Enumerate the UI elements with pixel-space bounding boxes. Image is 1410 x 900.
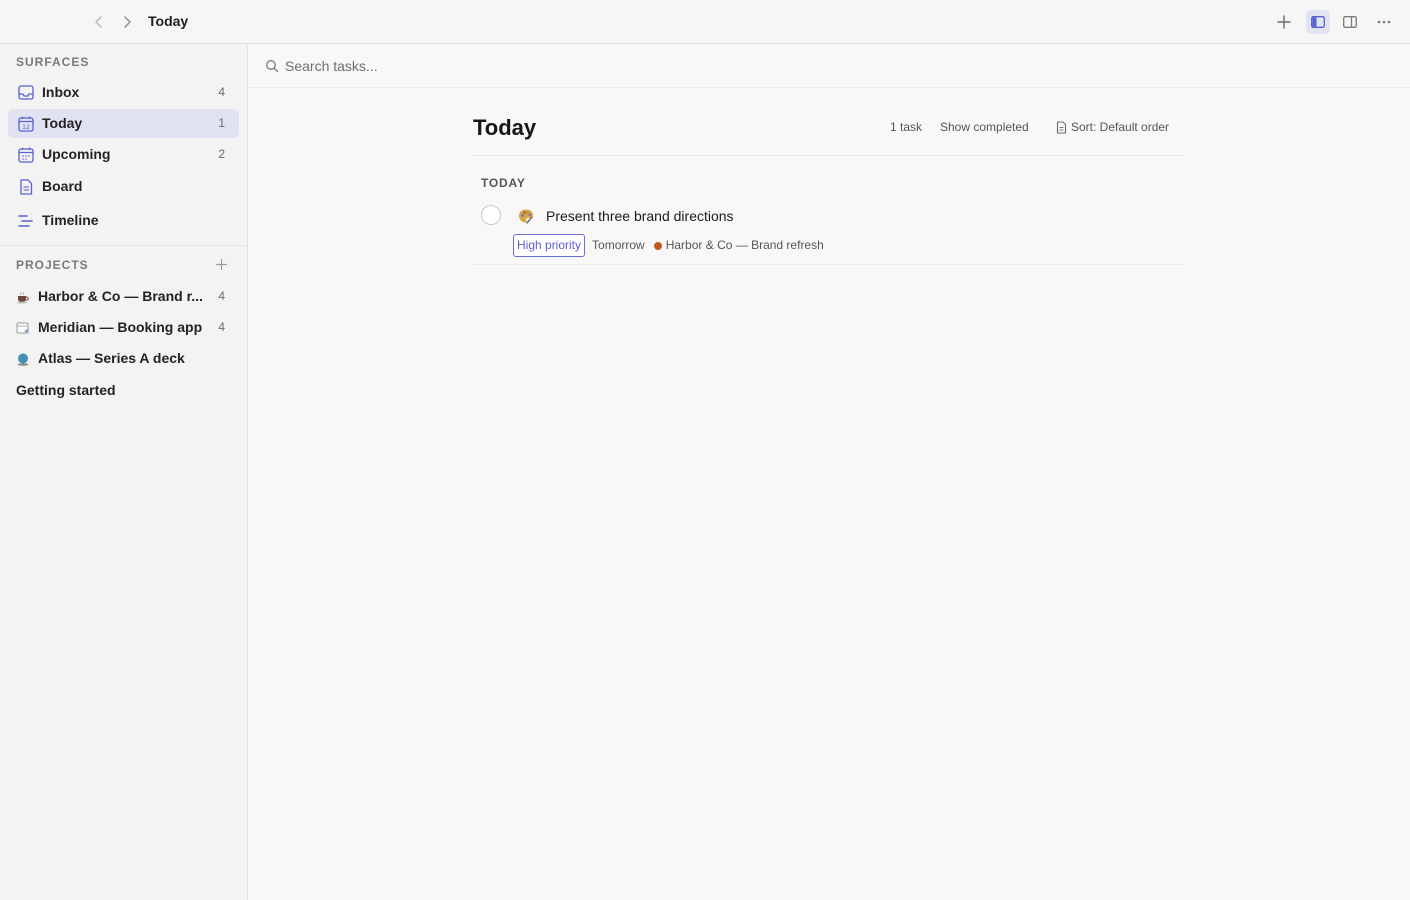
back-button[interactable] [89, 12, 109, 32]
show-completed-button[interactable]: Show completed [940, 120, 1029, 134]
sidebar-item-inbox[interactable]: Inbox 4 [8, 78, 239, 107]
calendar-app-icon [16, 321, 30, 335]
sidebar-item-label: Board [42, 178, 83, 194]
task-count: 1 task [890, 120, 923, 134]
sidebar: SURFACES Inbox 4 12 Today 1 Upcoming 2 B… [0, 44, 248, 900]
palette-icon [518, 208, 534, 224]
getting-started-link[interactable]: Getting started [16, 382, 116, 398]
timeline-icon [17, 212, 34, 229]
sidebar-item-label: Upcoming [42, 146, 111, 162]
sidebar-project-label: Harbor & Co — Brand r... [38, 288, 202, 304]
chevron-left-icon [95, 16, 102, 28]
search-input[interactable] [285, 55, 885, 77]
sidebar-item-timeline[interactable]: Timeline [8, 206, 239, 235]
page-title: Today [473, 115, 537, 140]
sidebar-item-label: Inbox [42, 84, 80, 100]
task-title[interactable]: Present three brand directions [546, 208, 734, 224]
coffee-icon [16, 290, 30, 304]
group-header-today: TODAY [481, 176, 526, 190]
forward-button[interactable] [117, 12, 137, 32]
window-title: Today [148, 13, 189, 29]
sidebar-project-count: 4 [218, 289, 225, 303]
task-project[interactable]: Harbor & Co — Brand refresh [652, 235, 826, 256]
more-button[interactable] [1372, 10, 1396, 34]
add-project-button[interactable] [213, 256, 229, 272]
document-icon [1056, 120, 1067, 134]
task-checkbox[interactable] [481, 205, 501, 225]
right-sidebar-icon [1343, 16, 1357, 28]
chevron-right-icon [124, 16, 131, 28]
sidebar-project-atlas[interactable]: Atlas — Series A deck [8, 344, 239, 373]
task-meta: High priority Tomorrow Harbor & Co — Bra… [513, 234, 826, 257]
sidebar-project-label: Meridian — Booking app [38, 319, 202, 335]
priority-badge[interactable]: High priority [513, 234, 586, 257]
plus-icon [1277, 15, 1291, 29]
add-button[interactable] [1272, 10, 1296, 34]
svg-text:12: 12 [22, 124, 30, 131]
sidebar-divider [0, 245, 248, 246]
sidebar-item-label: Timeline [42, 212, 99, 228]
sidebar-item-upcoming[interactable]: Upcoming 2 [8, 140, 239, 169]
main-content: Today 1 task Show completed Sort: Defaul… [248, 44, 1410, 900]
plus-icon [215, 258, 227, 270]
sidebar-project-meridian[interactable]: Meridian — Booking app 4 [8, 313, 239, 342]
sort-button[interactable]: Sort: Default order [1056, 118, 1169, 136]
project-color-dot [653, 241, 662, 250]
titlebar: Today [0, 0, 1410, 44]
sidebar-item-count: 4 [218, 85, 225, 99]
sidebar-item-label: Today [42, 115, 83, 131]
sidebar-item-count: 1 [218, 116, 225, 130]
sort-label: Sort: Default order [1071, 120, 1170, 134]
search-bar [248, 44, 1410, 88]
calendar-icon [17, 146, 34, 163]
task-row[interactable]: Present three brand directions High prio… [473, 200, 1184, 265]
toggle-left-sidebar-button[interactable] [1306, 10, 1330, 34]
due-date[interactable]: Tomorrow [589, 235, 648, 256]
search-icon [266, 60, 279, 73]
inbox-icon [17, 84, 34, 101]
sidebar-item-today[interactable]: 12 Today 1 [8, 109, 239, 138]
calendar-today-icon: 12 [17, 115, 34, 132]
header-divider [473, 155, 1184, 156]
sidebar-item-count: 2 [218, 147, 225, 161]
projects-header: PROJECTS [16, 258, 89, 272]
surfaces-header: SURFACES [16, 55, 90, 69]
sidebar-item-board[interactable]: Board [8, 172, 239, 201]
sidebar-project-count: 4 [218, 320, 225, 334]
globe-icon [16, 352, 30, 366]
left-sidebar-icon [1311, 16, 1325, 28]
more-icon [1377, 20, 1391, 24]
toggle-right-sidebar-button[interactable] [1338, 10, 1362, 34]
sidebar-project-label: Atlas — Series A deck [38, 350, 185, 366]
sidebar-project-harbor[interactable]: Harbor & Co — Brand r... 4 [8, 282, 239, 311]
document-icon [17, 178, 34, 195]
task-project-label: Harbor & Co — Brand refresh [665, 238, 824, 252]
